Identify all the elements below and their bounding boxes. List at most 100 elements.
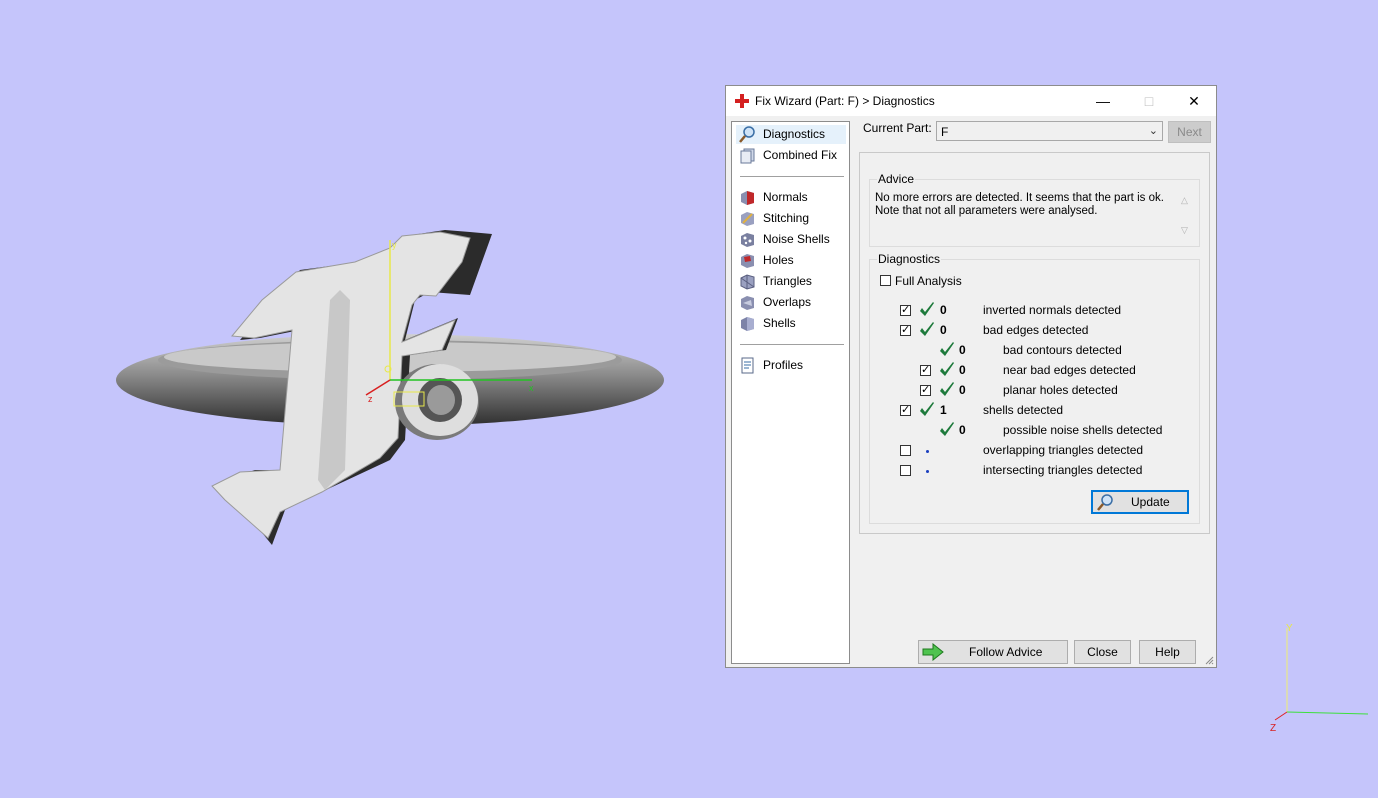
pending-dot-icon xyxy=(926,450,929,453)
close-button[interactable]: Close xyxy=(1074,640,1131,664)
check-mark-icon xyxy=(920,302,934,316)
green-arrow-icon xyxy=(922,643,944,661)
nav-item-stitching[interactable]: Stitching xyxy=(736,209,846,228)
help-button[interactable]: Help xyxy=(1139,640,1196,664)
planar-holes-count: 0 xyxy=(959,383,966,397)
profiles-icon xyxy=(741,357,754,374)
nav-item-combined-fix[interactable]: Combined Fix xyxy=(736,146,846,165)
bad-contours-label: bad contours detected xyxy=(1003,343,1122,357)
corner-z-axis xyxy=(1274,711,1288,721)
advice-text: No more errors are detected. It seems th… xyxy=(875,192,1194,236)
bad-contours-count: 0 xyxy=(959,343,966,357)
noise-shells-icon xyxy=(741,233,754,247)
inverted-normals-count: 0 xyxy=(940,303,947,317)
bad-edges-count: 0 xyxy=(940,323,947,337)
title-bar[interactable]: Fix Wizard (Part: F) > Diagnostics — □ ✕ xyxy=(726,86,1216,116)
diagnostics-title: Diagnostics xyxy=(877,252,942,266)
bad-edges-checkbox[interactable]: ✓ xyxy=(900,324,911,336)
maximize-button[interactable]: □ xyxy=(1126,86,1172,116)
current-part-select[interactable]: F ⌄ xyxy=(936,121,1163,141)
window-close-button[interactable]: ✕ xyxy=(1171,86,1217,116)
corner-z-label: Z xyxy=(1270,723,1276,734)
scroll-up-icon[interactable]: △ xyxy=(1181,194,1188,207)
full-analysis-checkbox[interactable] xyxy=(880,275,891,286)
holes-icon xyxy=(741,254,754,268)
resize-grip-icon[interactable] xyxy=(1205,656,1214,665)
nav-label: Combined Fix xyxy=(763,148,838,162)
shells-icon xyxy=(741,317,754,331)
inverted-normals-checkbox[interactable]: ✓ xyxy=(900,304,911,316)
pending-dot-icon xyxy=(926,470,929,473)
current-part-value: F xyxy=(941,125,949,139)
check-mark-icon xyxy=(940,362,954,376)
nav-label: Stitching xyxy=(763,211,810,225)
update-button[interactable]: Update xyxy=(1091,490,1189,514)
x-axis-label: x xyxy=(529,383,534,393)
scroll-down-icon[interactable]: ▽ xyxy=(1181,224,1188,237)
check-mark-icon xyxy=(920,322,934,336)
corner-y-label: Y xyxy=(1286,623,1293,634)
nav-label: Holes xyxy=(763,253,794,267)
nav-label: Diagnostics xyxy=(763,127,826,141)
overlaps-icon xyxy=(741,296,754,310)
chevron-down-icon: ⌄ xyxy=(1148,125,1158,137)
planar-holes-checkbox[interactable]: ✓ xyxy=(920,384,931,396)
near-bad-edges-label: near bad edges detected xyxy=(1003,363,1136,377)
intersecting-triangles-checkbox[interactable] xyxy=(900,465,911,476)
nav-label: Triangles xyxy=(763,274,812,288)
near-bad-edges-checkbox[interactable]: ✓ xyxy=(920,364,931,376)
diagnostics-group: Diagnostics Full Analysis ✓ 0 inverted n… xyxy=(869,252,1200,524)
fix-wizard-window: Fix Wizard (Part: F) > Diagnostics — □ ✕… xyxy=(725,85,1217,668)
follow-advice-button[interactable]: Follow Advice xyxy=(918,640,1068,664)
follow-advice-label: Follow Advice xyxy=(969,645,1043,659)
noise-shells-count: 0 xyxy=(959,423,966,437)
wizard-nav: Diagnostics Combined Fix Normals Stitchi… xyxy=(731,121,850,664)
nav-label: Normals xyxy=(763,190,808,204)
nav-label: Overlaps xyxy=(763,295,812,309)
nav-item-holes[interactable]: Holes xyxy=(736,251,846,270)
planar-holes-label: planar holes detected xyxy=(1003,383,1118,397)
magnifier-icon xyxy=(739,126,755,143)
near-bad-edges-count: 0 xyxy=(959,363,966,377)
z-axis-label: z xyxy=(368,394,373,404)
nav-item-shells[interactable]: Shells xyxy=(736,314,846,333)
check-mark-icon xyxy=(940,422,954,436)
normals-icon xyxy=(741,191,754,205)
nav-item-profiles[interactable]: Profiles xyxy=(736,356,846,375)
window-title: Fix Wizard (Part: F) > Diagnostics xyxy=(755,94,935,108)
current-part-label: Current Part: xyxy=(863,121,932,135)
y-axis-label: y xyxy=(392,240,397,250)
combined-fix-icon xyxy=(740,148,755,164)
nav-label: Noise Shells xyxy=(763,232,830,246)
check-mark-icon xyxy=(940,382,954,396)
noise-shells-label: possible noise shells detected xyxy=(1003,423,1163,437)
triangles-icon xyxy=(740,274,755,290)
overlapping-triangles-checkbox[interactable] xyxy=(900,445,911,456)
advice-line-2: Note that not all parameters were analys… xyxy=(875,205,1098,217)
next-button[interactable]: Next xyxy=(1168,121,1211,143)
nav-item-noise-shells[interactable]: Noise Shells xyxy=(736,230,846,249)
nav-item-normals[interactable]: Normals xyxy=(736,188,846,207)
nav-item-triangles[interactable]: Triangles xyxy=(736,272,846,291)
corner-x-axis xyxy=(1286,711,1369,715)
magnifier-icon xyxy=(1097,494,1113,511)
diagnostics-pane: Advice No more errors are detected. It s… xyxy=(859,152,1210,534)
nav-label: Profiles xyxy=(763,358,804,372)
shells-checkbox[interactable]: ✓ xyxy=(900,404,911,416)
nav-label: Shells xyxy=(763,316,796,330)
nav-item-diagnostics[interactable]: Diagnostics xyxy=(736,125,846,144)
overlapping-triangles-label: overlapping triangles detected xyxy=(983,443,1144,457)
update-label: Update xyxy=(1131,495,1170,509)
bad-edges-label: bad edges detected xyxy=(983,323,1089,337)
shells-label: shells detected xyxy=(983,403,1064,417)
intersecting-triangles-label: intersecting triangles detected xyxy=(983,463,1143,477)
full-analysis-label: Full Analysis xyxy=(895,274,962,288)
advice-group: Advice No more errors are detected. It s… xyxy=(869,172,1200,247)
advice-title: Advice xyxy=(877,172,916,186)
advice-line-1: No more errors are detected. It seems th… xyxy=(875,192,1164,204)
inverted-normals-label: inverted normals detected xyxy=(983,303,1122,317)
minimize-button[interactable]: — xyxy=(1080,86,1126,116)
check-mark-icon xyxy=(940,342,954,356)
nav-item-overlaps[interactable]: Overlaps xyxy=(736,293,846,312)
nav-divider xyxy=(740,344,844,345)
